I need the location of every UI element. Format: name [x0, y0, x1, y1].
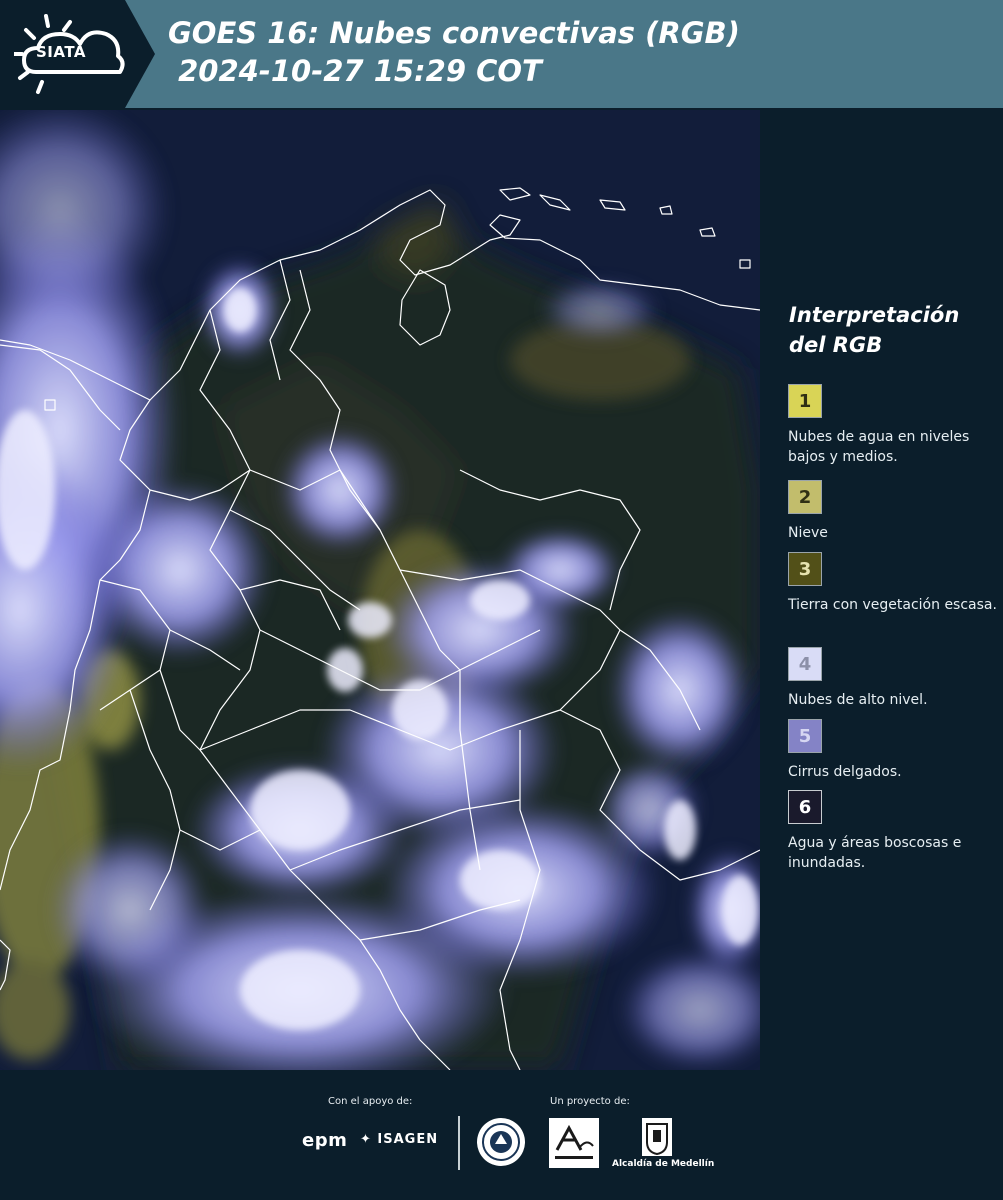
project-label: Un proyecto de:	[550, 1096, 630, 1107]
legend-label-6: Agua y áreas boscosas e inundadas.	[788, 835, 962, 871]
legend-swatch-4: 4	[788, 647, 822, 681]
support-label: Con el apoyo de:	[328, 1096, 413, 1107]
legend-title: Interpretación del RGB	[789, 303, 960, 357]
header-bar: SIATA GOES 16: Nubes convectivas (RGB) 2…	[0, 0, 1003, 108]
title-line-2: 2024-10-27 15:29 COT	[168, 54, 542, 88]
isagen-logo: ✦ ISAGEN	[360, 1132, 439, 1147]
legend-label-5: Cirrus delgados.	[788, 764, 902, 780]
logo-text: SIATA	[36, 43, 87, 61]
satellite-image	[0, 110, 760, 1070]
legend-swatch-5: 5	[788, 719, 822, 753]
alcaldia-label: Alcaldía de Medellín	[612, 1159, 715, 1169]
legend-label-1: Nubes de agua en niveles bajos y medios.	[788, 429, 970, 465]
legend-swatch-6: 6	[788, 790, 822, 824]
legend-item-3: 3 Tierra con vegetación escasa.	[788, 552, 998, 615]
legend-item-1: 1 Nubes de agua en niveles bajos y medio…	[788, 384, 998, 467]
footer-bar: Con el apoyo de: Un proyecto de: epm ✦ I…	[0, 1070, 1003, 1200]
medellin-seal-logo	[477, 1118, 525, 1166]
legend-item-2: 2 Nieve	[788, 480, 998, 543]
logo-panel: SIATA	[0, 0, 155, 108]
legend-item-4: 4 Nubes de alto nivel.	[788, 647, 998, 710]
area-metropolitana-logo	[549, 1118, 599, 1168]
page-title: GOES 16: Nubes convectivas (RGB) 2024-10…	[168, 14, 740, 90]
isagen-logo-text: ISAGEN	[377, 1132, 439, 1147]
legend-swatch-1: 1	[788, 384, 822, 418]
legend-swatch-2: 2	[788, 480, 822, 514]
legend-item-5: 5 Cirrus delgados.	[788, 719, 998, 782]
legend-label-2: Nieve	[788, 525, 828, 541]
legend-label-4: Nubes de alto nivel.	[788, 692, 928, 708]
alcaldia-shield-logo	[642, 1118, 672, 1156]
title-line-1: GOES 16: Nubes convectivas (RGB)	[168, 16, 740, 50]
epm-logo: epm	[302, 1130, 348, 1151]
rgb-legend: Interpretación del RGB 1 Nubes de agua e…	[760, 110, 1003, 1070]
legend-item-6: 6 Agua y áreas boscosas e inundadas.	[788, 790, 998, 873]
legend-swatch-3: 3	[788, 552, 822, 586]
footer-divider	[458, 1116, 460, 1170]
legend-label-3: Tierra con vegetación escasa.	[788, 597, 997, 613]
